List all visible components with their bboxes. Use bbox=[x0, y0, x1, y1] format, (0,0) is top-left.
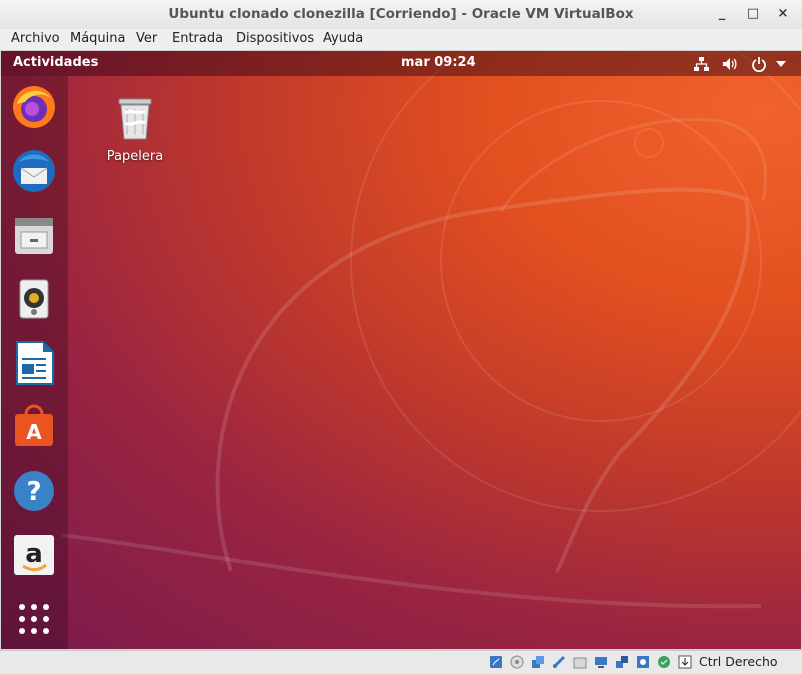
recording-icon[interactable] bbox=[636, 655, 650, 669]
chevron-down-icon[interactable] bbox=[776, 61, 786, 67]
files-icon[interactable] bbox=[11, 212, 57, 258]
menu-ayuda[interactable]: Ayuda bbox=[323, 31, 363, 46]
svg-text:a: a bbox=[25, 539, 43, 569]
maximize-button[interactable]: □ bbox=[744, 5, 762, 23]
menu-entrada[interactable]: Entrada bbox=[172, 31, 223, 46]
trash-icon bbox=[118, 98, 152, 140]
cpu-icon[interactable] bbox=[657, 655, 671, 669]
svg-text:?: ? bbox=[26, 477, 41, 507]
vbox-statusbar: Ctrl Derecho bbox=[0, 650, 802, 674]
help-icon[interactable]: ? bbox=[11, 468, 57, 514]
svg-text:A: A bbox=[26, 420, 42, 444]
amazon-icon[interactable]: a bbox=[11, 532, 57, 578]
network-adapter-icon[interactable] bbox=[615, 655, 629, 669]
rhythmbox-icon[interactable] bbox=[11, 276, 57, 322]
menu-ver[interactable]: Ver bbox=[136, 31, 157, 46]
network-icon[interactable] bbox=[693, 56, 709, 72]
menu-archivo[interactable]: Archivo bbox=[11, 31, 60, 46]
trash-desktop-item[interactable]: Papelera bbox=[101, 95, 169, 164]
libreoffice-writer-icon[interactable] bbox=[11, 340, 57, 386]
show-applications-icon[interactable] bbox=[11, 596, 57, 642]
power-icon[interactable] bbox=[751, 56, 767, 72]
trash-label: Papelera bbox=[106, 149, 164, 164]
software-center-icon[interactable]: A bbox=[11, 404, 57, 450]
keyboard-capture-icon[interactable] bbox=[678, 655, 692, 669]
window-title: Ubuntu clonado clonezilla [Corriendo] - … bbox=[168, 6, 634, 22]
usb-icon[interactable] bbox=[552, 655, 566, 669]
menu-maquina[interactable]: Máquina bbox=[70, 31, 126, 46]
menubar: Archivo Máquina Ver Entrada Dispositivos… bbox=[0, 29, 802, 51]
audio-device-icon[interactable] bbox=[531, 655, 545, 669]
firefox-icon[interactable] bbox=[11, 84, 57, 130]
host-key-label: Ctrl Derecho bbox=[699, 654, 778, 669]
thunderbird-icon[interactable] bbox=[11, 148, 57, 194]
hard-disk-icon[interactable] bbox=[489, 655, 503, 669]
dock: A ? a bbox=[1, 76, 68, 649]
close-button[interactable]: × bbox=[774, 5, 792, 23]
display-icon[interactable] bbox=[594, 655, 608, 669]
minimize-button[interactable]: _ bbox=[713, 5, 731, 23]
activities-button[interactable]: Actividades bbox=[13, 55, 98, 70]
optical-drive-icon[interactable] bbox=[510, 655, 524, 669]
volume-icon[interactable] bbox=[721, 56, 737, 72]
vm-display[interactable]: Actividades mar 09:24 A ? a Papelera bbox=[1, 51, 801, 649]
gnome-topbar: Actividades mar 09:24 bbox=[1, 51, 801, 76]
clock[interactable]: mar 09:24 bbox=[401, 55, 476, 70]
menu-dispositivos[interactable]: Dispositivos bbox=[236, 31, 314, 46]
shared-folder-icon[interactable] bbox=[573, 655, 587, 669]
window-titlebar[interactable]: Ubuntu clonado clonezilla [Corriendo] - … bbox=[0, 0, 802, 30]
